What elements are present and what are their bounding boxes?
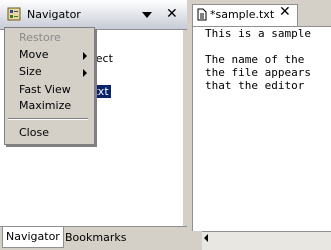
tab-navigator[interactable]: Navigator <box>2 227 64 248</box>
editor-line: The name of the <box>205 53 305 66</box>
horizontal-scrollbar[interactable] <box>202 231 331 250</box>
editor-tab-label: *sample.txt <box>210 8 275 21</box>
text-file-icon <box>197 8 207 21</box>
navigator-vertical-edge <box>183 30 187 226</box>
menu-item-restore: Restore <box>19 31 61 44</box>
menu-item-move[interactable]: Move <box>19 48 49 61</box>
menu-item-maximize[interactable]: Maximize <box>19 99 71 112</box>
submenu-arrow-icon <box>83 52 87 60</box>
menu-separator <box>8 118 88 120</box>
editor-line: the file appears <box>205 66 311 79</box>
navigator-title: Navigator <box>27 8 81 21</box>
scroll-left-arrow-icon[interactable] <box>204 234 208 242</box>
menu-item-fast-view[interactable]: Fast View <box>19 83 71 96</box>
navigator-app-icon <box>7 7 21 21</box>
close-icon[interactable]: ✕ <box>166 7 178 21</box>
menu-item-close[interactable]: Close <box>19 126 49 139</box>
submenu-arrow-icon <box>83 69 87 77</box>
tab-bookmarks[interactable]: Bookmarks <box>62 228 129 248</box>
menu-item-size[interactable]: Size <box>19 65 42 78</box>
editor-line: that the editor <box>205 79 305 92</box>
editor-line: This is a sample <box>205 27 311 40</box>
view-menu-down-triangle-icon[interactable] <box>141 10 153 20</box>
close-icon[interactable]: ✕ <box>279 5 291 19</box>
